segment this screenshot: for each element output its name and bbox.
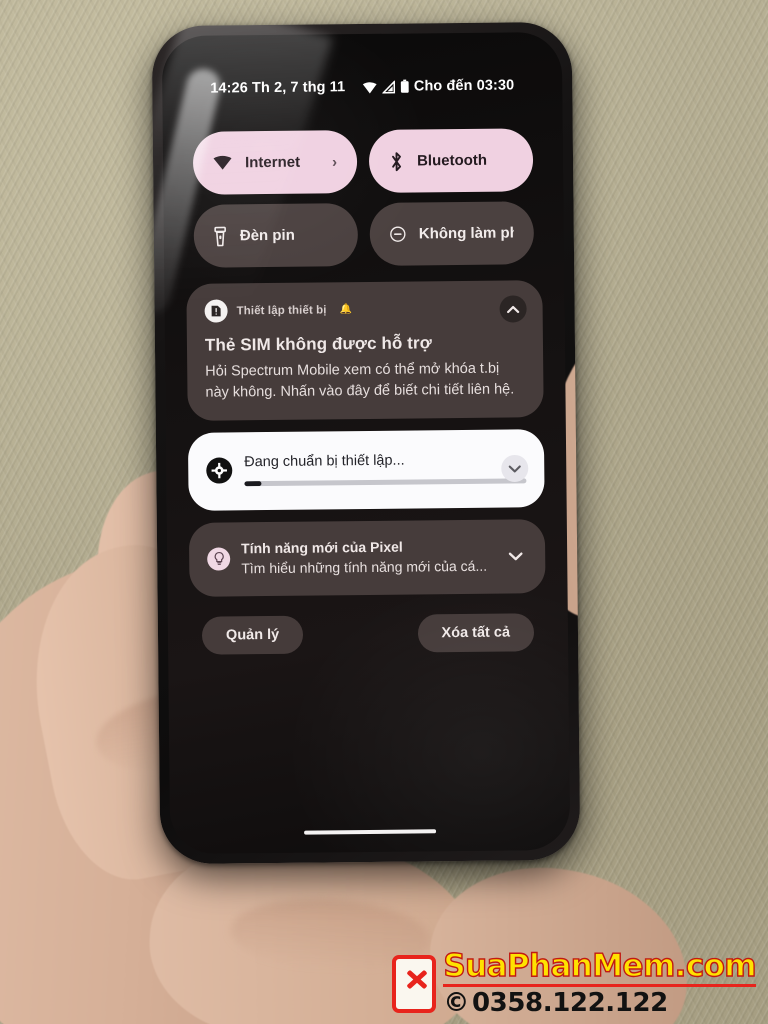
wifi-icon <box>362 81 377 93</box>
progress-label: Đang chuẩn bị thiết lập... <box>244 452 405 471</box>
notification-body: Hỏi Spectrum Mobile xem có thể mở khóa t… <box>205 360 515 401</box>
progress-bar <box>244 478 527 487</box>
sim-alert-icon <box>204 299 228 323</box>
battery-status-text: Cho đến 03:30 <box>413 77 515 95</box>
qs-tile-do-not-disturb[interactable]: Không làm phi.. <box>369 201 535 266</box>
notification-preparing-setup[interactable]: Đang chuẩn bị thiết lập... <box>187 429 545 512</box>
watermark-divider <box>443 984 756 987</box>
watermark-phone: © 0358.122.122 <box>443 990 756 1016</box>
gear-icon <box>206 457 233 484</box>
broken-phone-logo-icon <box>392 954 437 1013</box>
qs-tile-label: Không làm phi.. <box>418 224 514 243</box>
notification-pixel-features[interactable]: Tính năng mới của Pixel Tìm hiểu những t… <box>188 519 546 598</box>
chevron-up-icon[interactable] <box>499 295 527 323</box>
qs-tile-label: Internet <box>244 153 301 172</box>
notification-shade: Thiết lập thiết bị 🔔 Thẻ SIM không được … <box>186 280 546 655</box>
copyright-icon: © <box>443 988 469 1018</box>
chevron-right-icon[interactable]: › <box>332 153 337 170</box>
flashlight-icon <box>214 226 226 246</box>
shade-action-row: Quản lý Xóa tất cả <box>190 613 546 655</box>
bell-icon: 🔔 <box>339 304 353 316</box>
manage-button[interactable]: Quản lý <box>201 615 304 655</box>
qs-tile-flashlight[interactable]: Đèn pin <box>193 203 359 268</box>
status-bar: 14:26 Th 2, 7 thg 11 Cho đến 03:30 <box>162 72 562 102</box>
watermark-phone-number: 0358.122.122 <box>471 988 668 1018</box>
home-indicator[interactable] <box>304 829 437 835</box>
notification-body: Tìm hiểu những tính năng mới của cá... <box>241 557 488 577</box>
notification-title: Tính năng mới của Pixel <box>241 538 403 557</box>
wifi-icon <box>213 155 232 170</box>
notification-header: Thiết lập thiết bị 🔔 <box>204 296 524 323</box>
qs-tile-internet[interactable]: Internet › <box>192 130 358 195</box>
quick-settings-grid: Internet › Bluetooth Đèn pin Không làm p… <box>192 128 535 268</box>
qs-tile-label: Bluetooth <box>416 151 488 170</box>
clear-all-button[interactable]: Xóa tất cả <box>417 613 535 653</box>
bluetooth-icon <box>392 151 402 171</box>
qs-tile-label: Đèn pin <box>239 226 295 245</box>
qs-tile-bluetooth[interactable]: Bluetooth <box>368 128 534 193</box>
notification-device-setup[interactable]: Thiết lập thiết bị 🔔 Thẻ SIM không được … <box>186 280 544 422</box>
progress-bar-fill <box>244 481 262 487</box>
chevron-down-icon[interactable] <box>501 454 529 483</box>
notification-title: Thẻ SIM không được hỗ trợ <box>204 333 432 355</box>
watermark-site: SuaPhanMem.com <box>443 948 758 984</box>
lightbulb-icon <box>207 547 231 571</box>
phone-screen[interactable]: 14:26 Th 2, 7 thg 11 Cho đến 03:30 Inter… <box>161 31 571 855</box>
phone-device: 14:26 Th 2, 7 thg 11 Cho đến 03:30 Inter… <box>151 21 581 865</box>
dnd-icon <box>390 226 406 242</box>
battery-icon <box>400 79 409 93</box>
chevron-down-icon[interactable] <box>502 543 529 570</box>
status-icons: Cho đến 03:30 <box>362 77 515 95</box>
status-clock-date: 14:26 Th 2, 7 thg 11 <box>210 79 346 97</box>
watermark: SuaPhanMem.com © 0358.122.122 <box>392 948 758 1016</box>
notification-app-name: Thiết lập thiết bị <box>236 303 327 317</box>
signal-icon <box>381 80 395 94</box>
